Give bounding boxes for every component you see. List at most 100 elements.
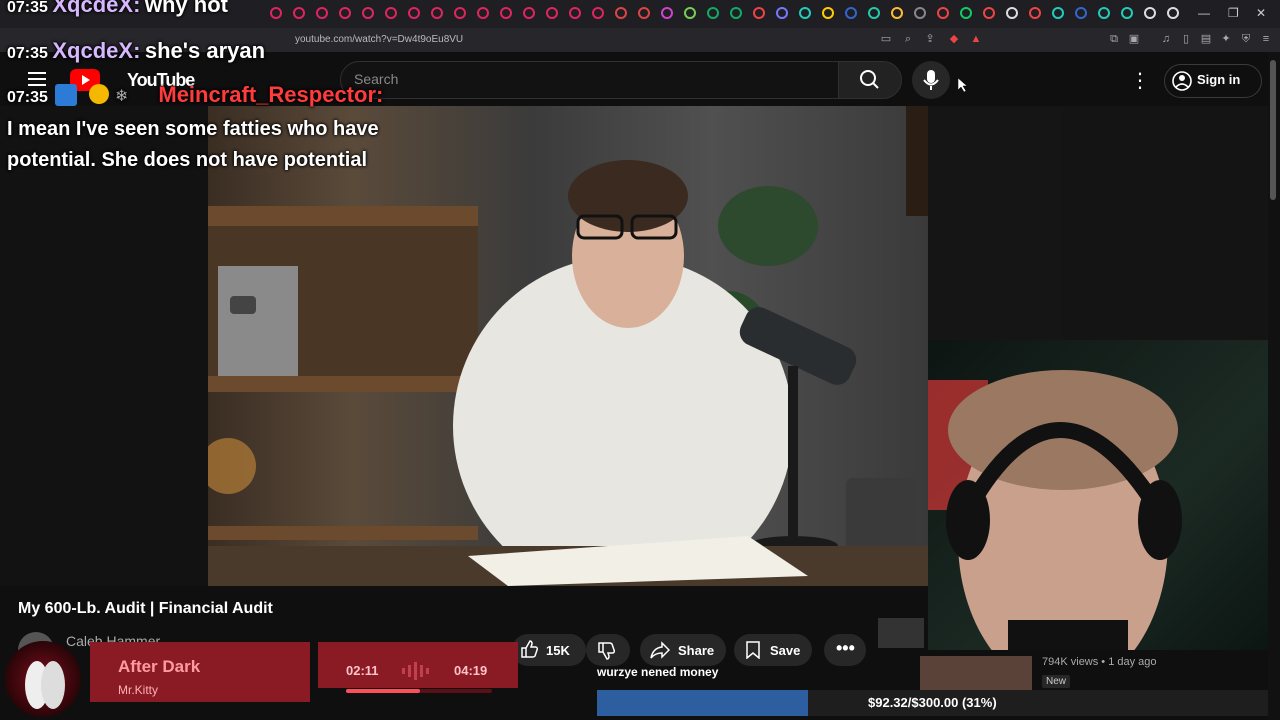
url-text[interactable]: youtube.com/watch?v=Dw4t9oEu8VU [295,34,463,45]
tab-favicon-icon[interactable] [270,7,282,19]
brave-shield-icon[interactable]: ◆ [948,33,960,45]
waveform-icon [400,662,440,680]
leo-icon[interactable]: ✦ [1220,33,1232,45]
tab-favicon-icon[interactable] [753,7,765,19]
tab-favicon-icon[interactable] [845,7,857,19]
webcam-frame [928,370,1182,650]
search-icon [860,70,879,89]
tab-favicon-icon[interactable] [684,7,696,19]
more-horizontal-icon: ••• [836,638,855,658]
tab-favicon-icon[interactable] [1144,7,1156,19]
tab-favicon-icon[interactable] [454,7,466,19]
wallet-icon[interactable]: ▤ [1200,33,1212,45]
chat-username: XqcdeX [52,38,134,63]
tab-favicon-icon[interactable] [546,7,558,19]
tab-favicon-icon[interactable] [707,7,719,19]
chat-message: 07:35 ❄ Meincraft_Respector: [7,82,384,107]
current-time: 02:11 [346,663,379,678]
tab-favicon-icon[interactable] [316,7,328,19]
tab-favicon-icon[interactable] [891,7,903,19]
search-input[interactable] [340,61,840,99]
video-letterbox-left [0,106,208,586]
scrollbar-thumb[interactable] [1270,60,1276,200]
tab-favicon-icon[interactable] [362,7,374,19]
voice-search-button[interactable] [912,61,950,99]
media-icon[interactable]: ♫ [1160,33,1172,45]
tab-favicon-icon[interactable] [523,7,535,19]
tab-favicon-icon[interactable] [914,7,926,19]
sidebar-icon[interactable]: ▯ [1180,33,1192,45]
tab-favicon-icon[interactable] [500,7,512,19]
save-label: Save [770,643,801,658]
screenshot-icon[interactable]: ▣ [1128,33,1140,45]
tab-favicon-icon[interactable] [1167,7,1179,19]
tab-favicon-icon[interactable] [1075,7,1087,19]
video-frame [208,106,928,586]
tab-favicon-icon[interactable] [408,7,420,19]
album-art [5,641,81,717]
menu-icon[interactable]: ≡ [1260,33,1272,45]
gift-badge-icon: ❄ [115,88,129,105]
tab-favicon-icon[interactable] [592,7,604,19]
share-page-icon[interactable]: ⇪ [924,33,936,45]
close-window-button[interactable]: ✕ [1256,6,1266,20]
search-button[interactable] [838,61,902,99]
tab-favicon-icon[interactable] [661,7,673,19]
tab-favicon-icon[interactable] [1098,7,1110,19]
tab-favicon-icon[interactable] [569,7,581,19]
streamer-webcam [928,340,1280,650]
chat-timestamp: 07:35 [7,0,48,16]
zoom-icon[interactable]: ⌕ [902,33,914,45]
chat-text: I mean I've seen some fatties who have p… [7,118,379,171]
tab-favicon-icon[interactable] [822,7,834,19]
more-options-icon[interactable]: ⋮ [1130,68,1150,93]
tab-favicon-icon[interactable] [615,7,627,19]
tab-favicon-icon[interactable] [477,7,489,19]
tab-favicon-icon[interactable] [937,7,949,19]
tab-favicon-icon[interactable] [638,7,650,19]
thumbs-up-icon [520,640,538,658]
song-title: After Dark [118,657,201,676]
tab-favicon-icon[interactable] [983,7,995,19]
maximize-window-button[interactable]: ❐ [1228,6,1239,20]
moderator-badge-icon [55,84,77,106]
tab-favicon-icon[interactable] [868,7,880,19]
cast-icon[interactable]: ▭ [880,33,892,45]
vpn-icon[interactable]: ⛨ [1240,33,1252,45]
related-video-thumbnail[interactable] [920,656,1032,690]
tab-favicon-icon[interactable] [776,7,788,19]
tab-favicon-icon[interactable] [1006,7,1018,19]
tab-favicon-icon[interactable] [1029,7,1041,19]
bookmark-icon [745,641,761,659]
chat-message: 07:35 XqcdeX: why not [7,0,228,18]
sub-badge-icon [89,84,109,104]
new-badge: New [1042,675,1071,688]
tab-favicon-icon[interactable] [385,7,397,19]
extension-icon[interactable]: ⧉ [1108,33,1120,45]
total-time: 04:19 [454,663,488,678]
related-video-thumbnail[interactable] [878,618,924,648]
like-count: 15K [546,643,570,658]
video-title: My 600-Lb. Audit | Financial Audit [18,600,273,617]
account-icon [1172,71,1192,91]
tab-favicon-icon[interactable] [1052,7,1064,19]
donation-goal-text: $92.32/$300.00 (31%) [868,695,997,710]
tab-favicon-icon[interactable] [730,7,742,19]
sign-in-label[interactable]: Sign in [1197,72,1240,87]
tab-favicon-icon[interactable] [799,7,811,19]
minimize-window-button[interactable]: — [1198,6,1210,20]
video-player[interactable] [208,106,928,586]
tab-favicon-icon[interactable] [431,7,443,19]
chat-username: XqcdeX [52,0,134,17]
tab-favicon-icon[interactable] [960,7,972,19]
song-artist: Mr.Kitty [118,683,159,697]
tab-favicon-icon[interactable] [1121,7,1133,19]
chat-timestamp: 07:35 [7,45,48,62]
chat-message: 07:35 XqcdeX: she's aryan [7,38,266,63]
secondary-column-panel [1062,106,1280,366]
chat-timestamp: 07:35 [7,89,48,106]
rewards-icon[interactable]: ▲ [970,33,982,45]
tab-favicon-icon[interactable] [293,7,305,19]
donation-goal-fill [597,690,808,716]
tab-favicon-icon[interactable] [339,7,351,19]
